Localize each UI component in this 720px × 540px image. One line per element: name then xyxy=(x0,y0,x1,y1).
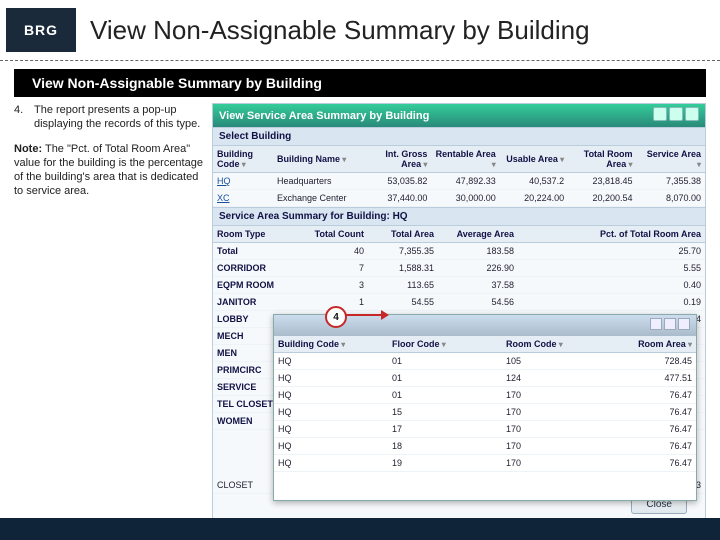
window-controls xyxy=(651,107,699,124)
slide-title: View Non-Assignable Summary by Building xyxy=(90,15,590,46)
col-int-gross[interactable]: Int. Gross Area xyxy=(363,146,431,173)
table-row: EQPM ROOM3113.6537.580.40 xyxy=(213,277,705,294)
table-row: Total407,355.35183.5825.70 xyxy=(213,243,705,260)
col-service[interactable]: Service Area xyxy=(637,146,705,173)
table-row[interactable]: HQHeadquarters53,035.8247,892.3340,537.2… xyxy=(213,173,705,190)
col-avg-area[interactable]: Average Area xyxy=(438,226,518,243)
popup-min-icon[interactable] xyxy=(650,318,662,330)
popup-table: Building Code Floor Code Room Code Room … xyxy=(274,336,696,472)
col-total-room[interactable]: Total Room Area xyxy=(568,146,636,173)
table-row[interactable]: HQ0117076.47 xyxy=(274,387,696,404)
select-building-bar: Select Building xyxy=(213,127,705,146)
pcol-area[interactable]: Room Area xyxy=(616,336,696,353)
table-row[interactable]: HQ1717076.47 xyxy=(274,421,696,438)
note-block: Note: The "Pct. of Total Room Area" valu… xyxy=(14,142,204,199)
step-text: The report presents a pop-up displaying … xyxy=(34,103,204,132)
expand-icon[interactable] xyxy=(669,107,683,121)
report-screenshot: View Service Area Summary by Building Se… xyxy=(212,103,706,525)
col-bl-code[interactable]: Building Code xyxy=(213,146,273,173)
step-4: 4. The report presents a pop-up displayi… xyxy=(14,103,204,132)
pcol-rm[interactable]: Room Code xyxy=(502,336,616,353)
table-row[interactable]: HQ1817076.47 xyxy=(274,438,696,455)
callout-badge-4: 4 xyxy=(325,306,347,328)
col-bl-name[interactable]: Building Name xyxy=(273,146,363,173)
col-rentable[interactable]: Rentable Area xyxy=(431,146,499,173)
table-row[interactable]: HQ01124477.51 xyxy=(274,370,696,387)
table-row[interactable]: HQ1917076.47 xyxy=(274,455,696,472)
summary-bar: Service Area Summary for Building: HQ xyxy=(213,207,705,226)
pcol-fl[interactable]: Floor Code xyxy=(388,336,502,353)
callout-arrow xyxy=(343,314,383,316)
refresh-icon[interactable] xyxy=(653,107,667,121)
col-pct[interactable]: Pct. of Total Room Area xyxy=(518,226,705,243)
window-title: View Service Area Summary by Building xyxy=(219,110,429,122)
table-row[interactable]: HQ01105728.45 xyxy=(274,353,696,370)
popup-controls xyxy=(648,318,690,333)
window-titlebar: View Service Area Summary by Building xyxy=(213,104,705,127)
detail-popup: Building Code Floor Code Room Code Room … xyxy=(273,314,697,501)
popup-close-icon[interactable] xyxy=(678,318,690,330)
pcol-bl[interactable]: Building Code xyxy=(274,336,388,353)
logo-text: BRG xyxy=(24,22,58,38)
col-usable[interactable]: Usable Area xyxy=(500,146,568,173)
note-label: Note: xyxy=(14,143,42,155)
header: BRG View Non-Assignable Summary by Build… xyxy=(0,0,720,61)
gear-icon[interactable] xyxy=(685,107,699,121)
col-total-area[interactable]: Total Area xyxy=(368,226,438,243)
building-table: Building Code Building Name Int. Gross A… xyxy=(213,146,705,207)
section-heading: View Non-Assignable Summary by Building xyxy=(14,69,706,97)
table-row[interactable]: HQ1517076.47 xyxy=(274,404,696,421)
popup-max-icon[interactable] xyxy=(664,318,676,330)
table-row[interactable]: XCExchange Center37,440.0030,000.0020,22… xyxy=(213,190,705,207)
col-room-type[interactable]: Room Type xyxy=(213,226,298,243)
col-total-count[interactable]: Total Count xyxy=(298,226,368,243)
instructions-column: 4. The report presents a pop-up displayi… xyxy=(14,103,204,525)
step-number: 4. xyxy=(14,103,28,132)
table-row: JANITOR154.5554.560.19 xyxy=(213,294,705,311)
note-text: The "Pct. of Total Room Area" value for … xyxy=(14,143,203,198)
brg-logo: BRG xyxy=(6,8,76,52)
slide-footer xyxy=(0,518,720,540)
table-row: CORRIDOR71,588.31226.905.55 xyxy=(213,260,705,277)
